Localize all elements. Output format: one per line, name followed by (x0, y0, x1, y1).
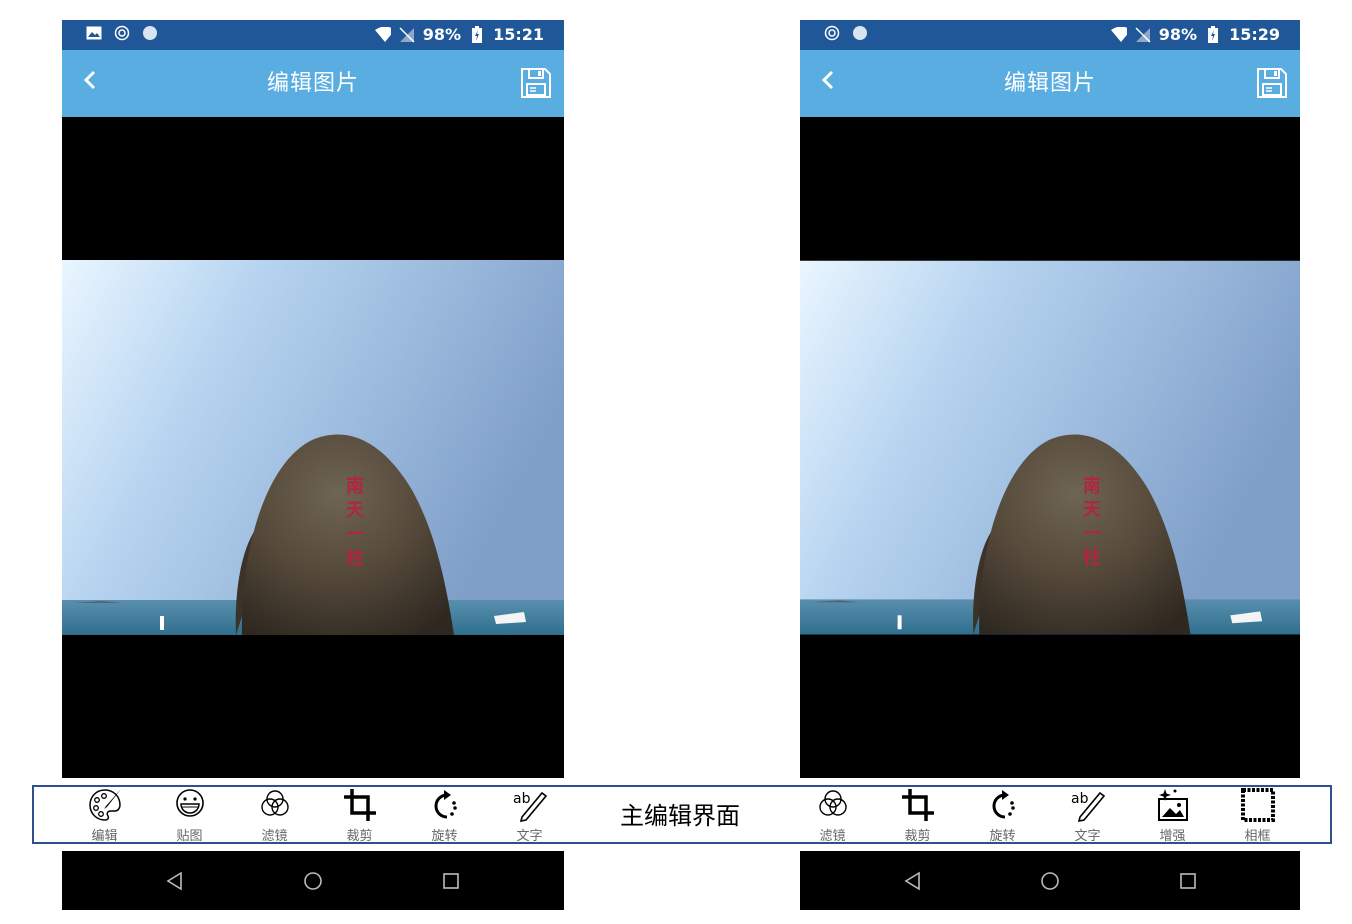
tool-crop[interactable]: 裁剪 (875, 787, 960, 844)
tool-text[interactable]: ab 文字 (1045, 787, 1130, 844)
clock: 15:29 (1229, 25, 1280, 44)
nav-home-icon[interactable] (295, 863, 331, 899)
no-signal-icon (1135, 26, 1151, 43)
battery-percent: 98% (1158, 25, 1198, 44)
sticker-icon (175, 789, 204, 817)
tool-label: 滤镜 (819, 829, 846, 844)
tool-rotate[interactable]: 旋转 (402, 787, 487, 844)
tool-label: 旋转 (431, 829, 458, 844)
app-bar: 编辑图片 (800, 50, 1300, 117)
svg-text:南: 南 (1083, 475, 1101, 497)
clock: 15:21 (493, 25, 544, 44)
edited-photo: 南 天 一 柱 (800, 260, 1300, 635)
edit-toolbar-left: 编辑 贴图 滤镜 裁剪 旋转 ab 文字 (62, 787, 572, 844)
nav-back-icon[interactable] (894, 863, 930, 899)
battery-charging-icon (1205, 26, 1221, 43)
tool-label: 裁剪 (904, 829, 931, 844)
circle-notification-icon (852, 25, 868, 41)
tool-label: 文字 (516, 829, 543, 844)
filter-icon (260, 790, 289, 816)
tool-label: 文字 (1074, 829, 1101, 844)
tool-filter[interactable]: 滤镜 (790, 787, 875, 844)
tool-label: 编辑 (91, 829, 118, 844)
android-nav-bar (800, 851, 1300, 910)
tool-label: 滤镜 (261, 829, 288, 844)
tool-label: 裁剪 (346, 829, 373, 844)
tool-rotate[interactable]: 旋转 (960, 787, 1045, 844)
svg-text:柱: 柱 (1083, 547, 1101, 569)
svg-text:天: 天 (346, 500, 365, 521)
status-bar: 98% 15:29 (800, 20, 1300, 50)
svg-text:一: 一 (346, 524, 364, 545)
tool-filter[interactable]: 滤镜 (232, 787, 317, 844)
tool-label: 旋转 (989, 829, 1016, 844)
edit-toolbar-right: 滤镜 裁剪 旋转 ab 文字 增强 相框 (790, 787, 1300, 844)
nav-recents-icon[interactable] (1170, 863, 1206, 899)
save-icon[interactable] (520, 67, 552, 99)
page-title: 编辑图片 (266, 71, 359, 96)
nav-home-icon[interactable] (1032, 863, 1068, 899)
tool-label: 增强 (1159, 829, 1186, 844)
tool-text[interactable]: ab 文字 (487, 787, 572, 844)
crop-icon (343, 789, 376, 821)
status-bar: 98% 15:21 (62, 20, 564, 50)
tool-edit[interactable]: 编辑 (62, 787, 147, 844)
tool-crop[interactable]: 裁剪 (317, 787, 402, 844)
tool-sticker[interactable]: 贴图 (147, 787, 232, 844)
android-nav-bar (62, 851, 564, 910)
svg-text:ab: ab (1071, 791, 1089, 807)
enhance-icon (1157, 789, 1188, 821)
battery-percent: 98% (422, 25, 462, 44)
spiral-notification-icon (824, 25, 840, 41)
edited-photo: 南 天 一 柱 (62, 260, 564, 635)
battery-charging-icon (469, 26, 485, 43)
caption-main-edit: 主编辑界面 (620, 802, 740, 830)
circle-notification-icon (142, 25, 158, 41)
phone-screen-right: 98% 15:29 编辑图片 南 天 一 柱 (800, 20, 1300, 910)
svg-text:ab: ab (513, 791, 531, 807)
page-title: 编辑图片 (1003, 71, 1096, 96)
nav-back-icon[interactable] (156, 863, 192, 899)
spiral-notification-icon (114, 25, 130, 41)
image-canvas[interactable]: 南 天 一 柱 (62, 117, 564, 778)
text-icon: ab (513, 791, 547, 823)
nav-recents-icon[interactable] (433, 863, 469, 899)
svg-text:柱: 柱 (346, 547, 364, 569)
image-canvas[interactable]: 南 天 一 柱 (800, 117, 1300, 778)
rotate-icon (992, 790, 1015, 819)
image-notification-icon (86, 25, 102, 41)
wifi-icon (1110, 26, 1127, 43)
tool-frame[interactable]: 相框 (1215, 787, 1300, 844)
palette-icon (88, 789, 121, 821)
svg-text:天: 天 (1083, 500, 1101, 521)
text-icon: ab (1071, 791, 1105, 823)
wifi-icon (374, 26, 391, 43)
no-signal-icon (399, 26, 415, 43)
tool-label: 相框 (1244, 829, 1271, 844)
svg-text:一: 一 (1083, 524, 1101, 545)
app-bar: 编辑图片 (62, 50, 564, 117)
save-icon[interactable] (1256, 67, 1288, 99)
tool-label: 贴图 (176, 829, 203, 844)
frame-icon (1240, 788, 1275, 822)
tool-enhance[interactable]: 增强 (1130, 787, 1215, 844)
crop-icon (901, 789, 934, 821)
phone-screen-left: 98% 15:21 编辑图片 南 天 一 柱 (62, 20, 564, 910)
filter-icon (818, 790, 847, 816)
svg-text:南: 南 (346, 475, 364, 497)
rotate-icon (434, 790, 457, 819)
